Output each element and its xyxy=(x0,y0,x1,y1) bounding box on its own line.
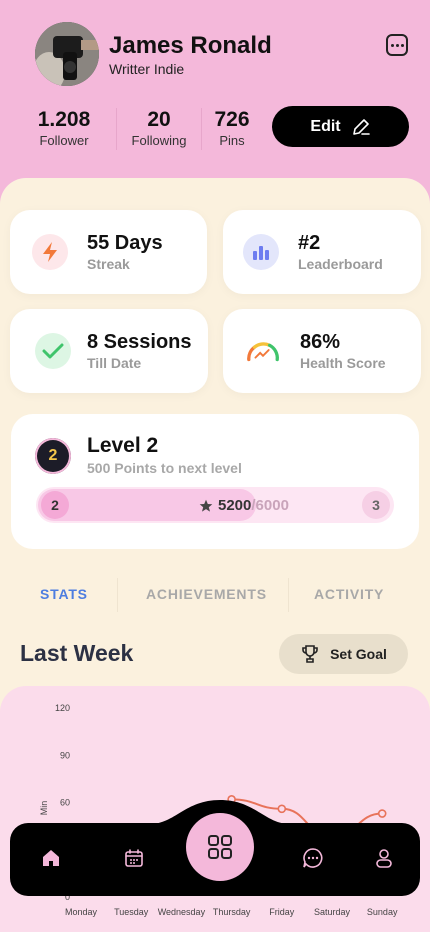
stat-divider xyxy=(201,108,202,150)
tab-divider xyxy=(117,578,118,612)
lightning-icon xyxy=(32,234,68,270)
x-tick-label: Friday xyxy=(269,907,295,917)
stat-value: 20 xyxy=(147,108,171,131)
x-tick-label: Sunday xyxy=(367,907,398,917)
level-badge: 2 xyxy=(35,438,71,474)
points-value: 5200 xyxy=(218,497,252,514)
avatar[interactable] xyxy=(35,22,99,86)
chat-icon[interactable] xyxy=(301,846,325,870)
tab-activity[interactable]: ACTIVITY xyxy=(314,586,384,602)
y-tick-label: 90 xyxy=(60,750,70,760)
level-points: 5200/6000 xyxy=(199,497,289,514)
x-tick-label: Wednesday xyxy=(158,907,206,917)
avatar-photo xyxy=(35,22,99,86)
stat-value: 1.208 xyxy=(37,108,91,131)
data-point xyxy=(377,809,387,818)
x-tick-label: Tuesday xyxy=(114,907,149,917)
level-end-badge: 3 xyxy=(362,491,390,519)
profile-name: James Ronald xyxy=(109,32,272,59)
stat-following[interactable]: 20 Following xyxy=(130,108,188,148)
stat-label: Follower xyxy=(39,133,89,148)
stat-label: Pins xyxy=(219,133,245,148)
health-card[interactable]: 86% Health Score xyxy=(223,309,421,393)
card-subtitle: Till Date xyxy=(87,355,142,371)
card-title: #2 xyxy=(298,232,321,254)
gauge-icon xyxy=(245,333,281,369)
card-subtitle: Streak xyxy=(87,256,130,272)
x-tick-label: Monday xyxy=(65,907,98,917)
card-title: 86% xyxy=(300,331,341,353)
set-goal-button[interactable]: Set Goal xyxy=(279,634,408,674)
card-title: 8 Sessions xyxy=(87,331,192,353)
check-icon xyxy=(35,333,71,369)
stat-divider xyxy=(116,108,117,150)
set-goal-label: Set Goal xyxy=(330,646,387,662)
level-subtitle: 500 Points to next level xyxy=(87,460,242,476)
bar-chart-icon xyxy=(243,234,279,270)
edit-label: Edit xyxy=(310,117,341,135)
leaderboard-card[interactable]: #2 Leaderboard xyxy=(223,210,421,294)
section-title: Last Week xyxy=(20,640,134,666)
sessions-card[interactable]: 8 Sessions Till Date xyxy=(10,309,208,393)
level-start-badge: 2 xyxy=(41,491,69,519)
tab-stats[interactable]: STATS xyxy=(40,586,88,602)
level-title: Level 2 xyxy=(87,434,159,457)
stat-pins[interactable]: 726 Pins xyxy=(211,108,253,148)
stat-followers[interactable]: 1.208 Follower xyxy=(35,108,93,148)
level-card[interactable]: 2 Level 2 500 Points to next level 2 520… xyxy=(11,414,419,549)
more-icon[interactable] xyxy=(386,34,408,56)
points-total: /6000 xyxy=(251,497,289,514)
x-tick-label: Saturday xyxy=(314,907,351,917)
profile-role: Writter Indie xyxy=(109,61,185,77)
card-subtitle: Health Score xyxy=(300,355,386,371)
home-icon[interactable] xyxy=(39,846,63,870)
edit-button[interactable]: Edit xyxy=(272,106,409,147)
y-tick-label: 60 xyxy=(60,798,70,808)
streak-card[interactable]: 55 Days Streak xyxy=(10,210,207,294)
tab-divider xyxy=(288,578,289,612)
x-tick-label: Thursday xyxy=(213,907,251,917)
tab-achievements[interactable]: ACHIEVEMENTS xyxy=(146,586,267,602)
y-tick-label: 120 xyxy=(55,703,70,713)
card-subtitle: Leaderboard xyxy=(298,256,383,272)
card-title: 55 Days xyxy=(87,232,163,254)
calendar-icon[interactable] xyxy=(122,846,146,870)
y-axis-label: Min xyxy=(39,801,49,816)
pencil-icon xyxy=(352,118,370,135)
profile-icon[interactable] xyxy=(372,846,396,870)
stat-value: 726 xyxy=(214,108,250,131)
grid-icon[interactable] xyxy=(186,813,254,881)
trophy-icon xyxy=(302,645,318,663)
stat-label: Following xyxy=(131,133,187,148)
star-icon xyxy=(199,499,213,512)
